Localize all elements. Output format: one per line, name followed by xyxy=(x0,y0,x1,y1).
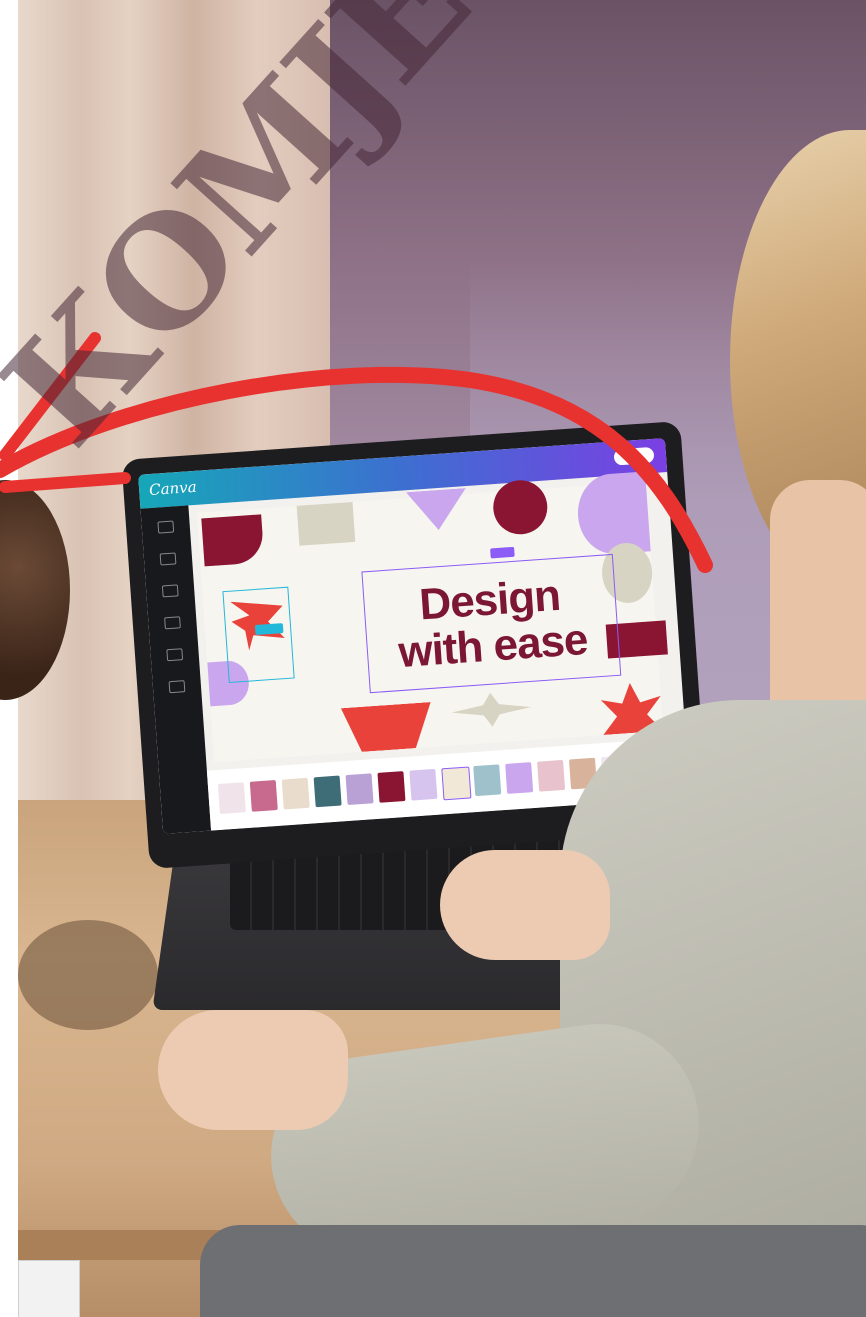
text-icon xyxy=(164,616,181,630)
lilac-triangle xyxy=(406,488,469,532)
red-trapezoid xyxy=(341,702,434,753)
headline-line-2: with ease xyxy=(396,614,589,678)
page-thumbnail xyxy=(409,768,438,801)
elements-icon xyxy=(159,552,177,566)
maroon-shape xyxy=(201,514,265,567)
share-button xyxy=(613,446,655,466)
headline-textbox: Design with ease xyxy=(361,553,622,694)
left-hand xyxy=(158,1010,348,1130)
desk-shadow xyxy=(18,920,158,1030)
page-thumbnail xyxy=(217,782,246,814)
page-thumbnail xyxy=(345,773,374,806)
textbox-label xyxy=(490,546,515,559)
beige-shape xyxy=(296,501,356,546)
page-thumbnail xyxy=(249,779,278,812)
page-thumbnail xyxy=(537,759,566,792)
page-thumbnail xyxy=(505,762,534,794)
design-canvas: Design with ease xyxy=(196,471,668,763)
more-icon xyxy=(168,680,186,694)
uploads-icon xyxy=(161,584,179,598)
maroon-circle xyxy=(491,478,550,537)
beige-star xyxy=(450,690,532,729)
page-thumbnail xyxy=(473,764,502,797)
photo-scene: Canva Design with ease КОМЈЕ xyxy=(0,0,866,1317)
page-thumbnail xyxy=(313,775,342,808)
floor-box xyxy=(18,1260,80,1317)
page-thumbnail xyxy=(441,766,472,801)
page-thumbnail xyxy=(377,771,406,803)
projects-icon xyxy=(166,648,184,662)
page-thumbnail xyxy=(281,777,310,810)
templates-icon xyxy=(157,520,175,534)
lilac-half-circle xyxy=(575,471,651,557)
app-logo: Canva xyxy=(148,477,198,500)
chair xyxy=(200,1225,866,1317)
selection-label xyxy=(254,623,284,636)
right-hand xyxy=(440,850,610,960)
